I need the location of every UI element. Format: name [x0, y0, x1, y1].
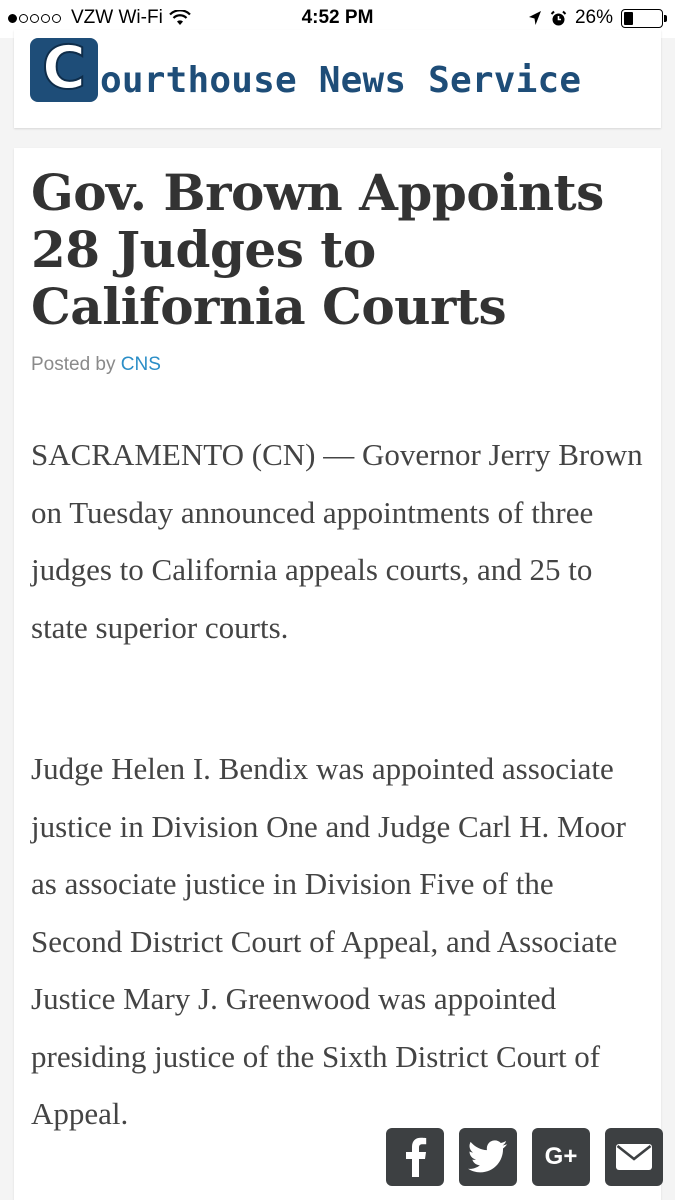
- facebook-icon: [406, 1137, 427, 1177]
- byline-prefix: Posted by: [31, 354, 116, 375]
- googleplus-icon: G+: [544, 1143, 578, 1170]
- alarm-clock-icon: [550, 10, 567, 25]
- site-logo[interactable]: C: [30, 33, 98, 103]
- site-header[interactable]: C ourthouse News Service: [14, 30, 661, 128]
- email-icon: [616, 1144, 652, 1170]
- twitter-share-button[interactable]: [459, 1128, 517, 1186]
- screen: VZW Wi-Fi 4:52 PM 26% C ourthouse News S…: [0, 0, 675, 1200]
- battery-fill: [624, 11, 634, 25]
- battery-percent: 26%: [574, 7, 613, 28]
- email-share-button[interactable]: [605, 1128, 663, 1186]
- battery-icon: [621, 8, 667, 28]
- location-arrow-icon: [528, 11, 541, 25]
- site-name[interactable]: ourthouse News Service: [100, 60, 581, 101]
- article-headline: Gov. Brown Appoints 28 Judges to Califor…: [31, 163, 604, 336]
- share-bar: G+: [386, 1128, 663, 1186]
- byline: Posted by CNS: [31, 354, 161, 376]
- logo-letter: C: [41, 33, 87, 103]
- facebook-share-button[interactable]: [386, 1128, 444, 1186]
- article-paragraph: SACRAMENTO (CN) — Governor Jerry Brown o…: [31, 437, 643, 645]
- twitter-icon: [468, 1140, 508, 1173]
- article-card: Gov. Brown Appoints 28 Judges to Califor…: [14, 148, 661, 1200]
- article-paragraph: Judge Helen I. Bendix was appointed asso…: [31, 751, 626, 1131]
- author-link[interactable]: CNS: [121, 354, 161, 375]
- googleplus-share-button[interactable]: G+: [532, 1128, 590, 1186]
- status-right: 26%: [528, 7, 667, 29]
